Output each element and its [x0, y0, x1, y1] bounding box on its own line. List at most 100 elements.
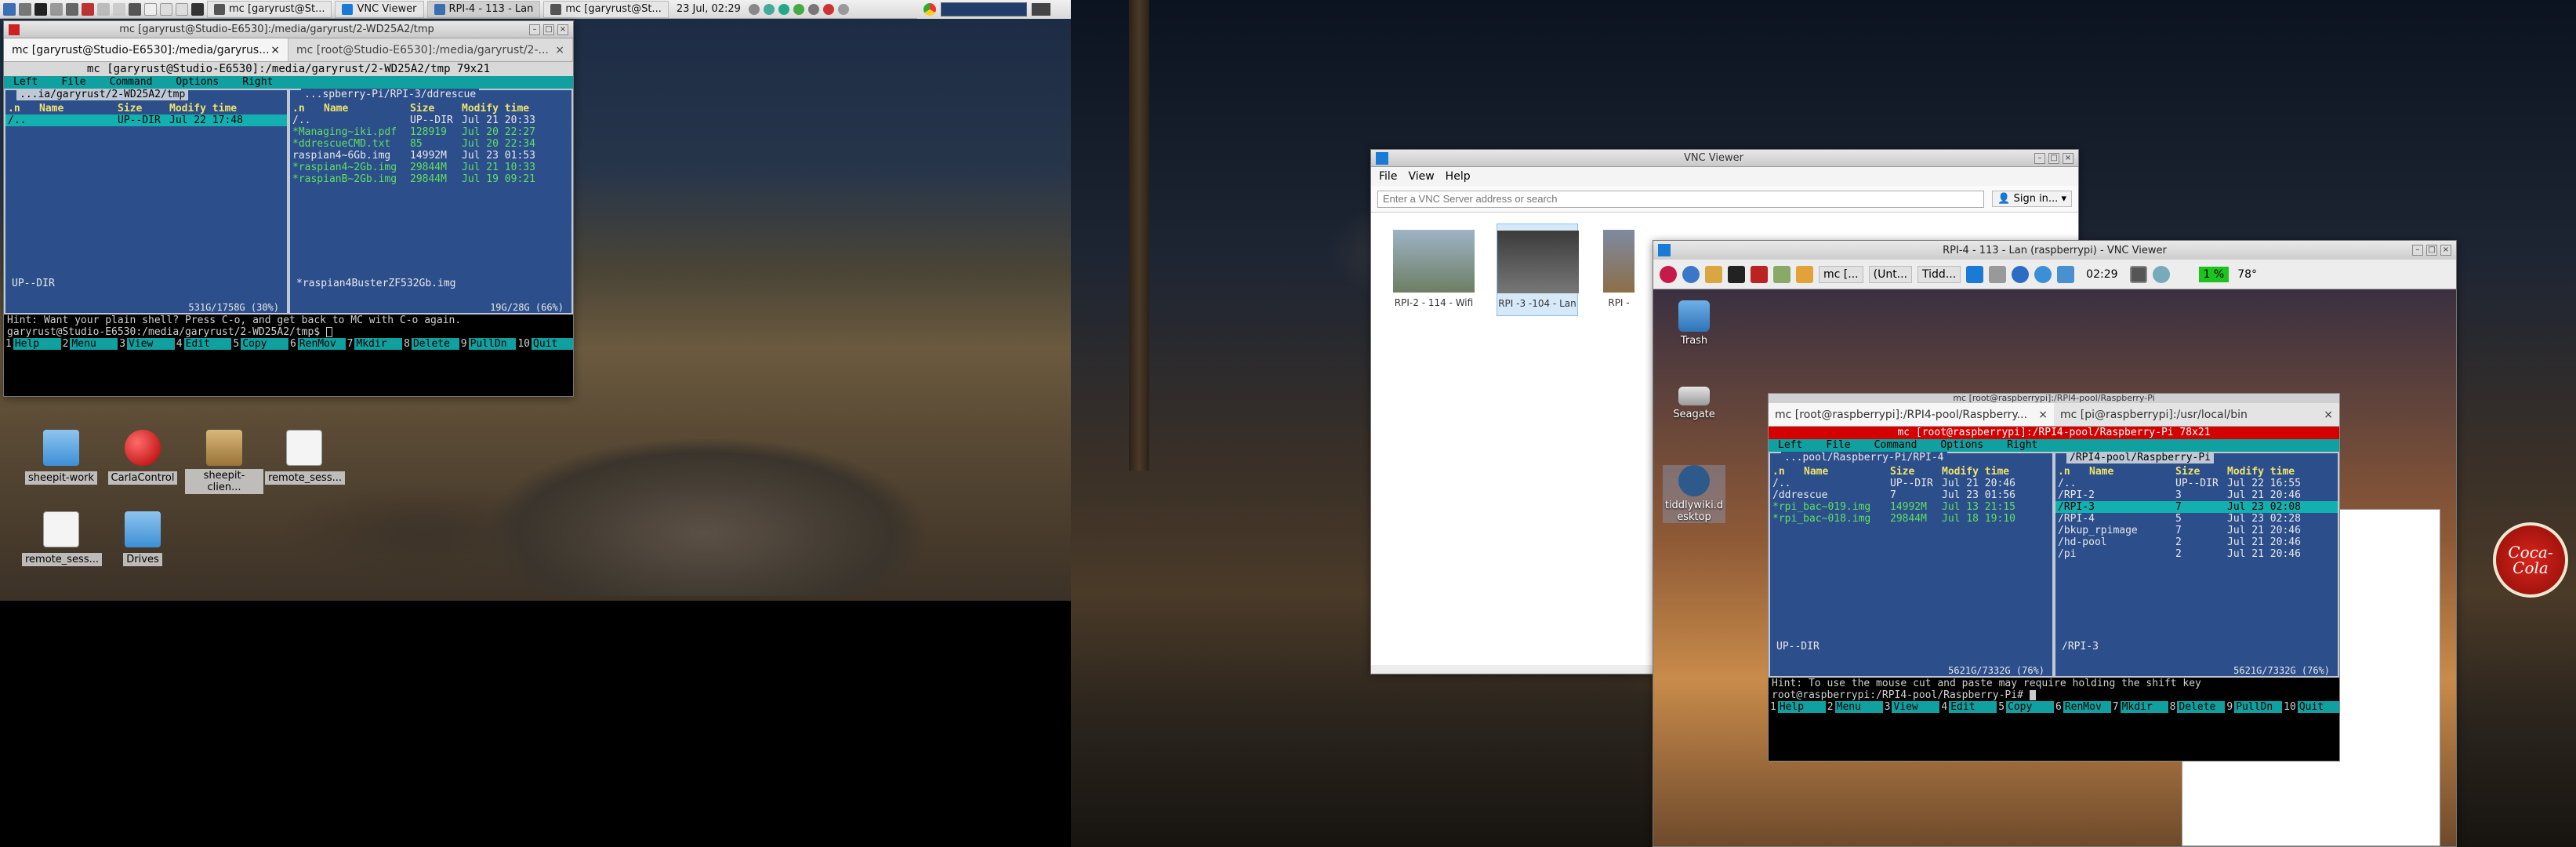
tools-icon[interactable] — [1773, 265, 1791, 283]
power-icon[interactable] — [748, 3, 760, 15]
archive-icon[interactable] — [129, 2, 141, 16]
fkey-7[interactable]: 7 Mkdir — [2111, 701, 2168, 713]
terminal-icon[interactable] — [34, 2, 47, 16]
fkey-6[interactable]: 6 RenMov — [2054, 701, 2111, 713]
browser-icon[interactable] — [1682, 265, 1700, 283]
mc-menu-item[interactable]: Right — [2007, 439, 2037, 452]
file-row[interactable]: *raspianB~2Gb.img 29844M Jul 19 09:21 — [290, 173, 571, 185]
maximize-button[interactable]: □ — [2048, 152, 2059, 164]
file-row[interactable]: /pi 2 Jul 21 20:46 — [2055, 548, 2338, 560]
desktop-icon-remote-session[interactable]: remote_sess... — [22, 511, 102, 566]
fkey-1[interactable]: 1 Help — [4, 338, 61, 350]
file-row[interactable]: /bkup_rpimage 7 Jul 21 20:46 — [2055, 525, 2338, 536]
menu-view[interactable]: View — [1408, 170, 1434, 183]
terminal-area[interactable]: mc [garyrust@Studio-E6530]:/media/garyru… — [4, 62, 573, 396]
minimize-button[interactable]: – — [2034, 152, 2045, 164]
connection-thumbnail[interactable]: RPI - — [1603, 224, 1634, 308]
mc-menu-item[interactable]: Command — [1874, 439, 1917, 452]
mc-menu-item[interactable]: Right — [242, 76, 273, 89]
taskbar-task[interactable]: mc [garyrust@St... — [207, 0, 332, 18]
fkey-9[interactable]: 9 PullDn — [2225, 701, 2283, 713]
mc-menu-item[interactable]: File — [61, 76, 85, 89]
terminal-icon[interactable] — [191, 2, 204, 16]
terminal-window-mc-rpi[interactable]: mc [root@raspberrypi]:/RPI4-pool/Raspber… — [1768, 393, 2340, 762]
close-icon[interactable]: × — [2038, 409, 2048, 421]
monitor-icon[interactable] — [1032, 3, 1050, 16]
monitor-icon[interactable] — [2129, 265, 2147, 283]
mc-menu-item[interactable]: Left — [1778, 439, 1802, 452]
mc-menu-item[interactable]: Left — [13, 76, 38, 89]
shell-prompt[interactable]: root@raspberrypi:/RPI4-pool/Raspberry-Pi… — [1769, 689, 2339, 701]
network-icon[interactable] — [763, 3, 775, 15]
fkey-3[interactable]: 3 View — [118, 338, 175, 350]
mc-menu-item[interactable]: Options — [176, 76, 219, 89]
minimize-button[interactable]: – — [2412, 245, 2423, 256]
file-row[interactable]: /hd-pool 2 Jul 21 20:46 — [2055, 536, 2338, 548]
sign-in-button[interactable]: 👤 Sign in... ▾ — [1992, 191, 2072, 207]
fkey-6[interactable]: 6 RenMov — [288, 338, 346, 350]
fkey-4[interactable]: 4 Edit — [175, 338, 232, 350]
taskbar-task[interactable]: mc [garyrust@St... — [543, 0, 669, 18]
document-icon[interactable] — [113, 2, 125, 16]
file-row[interactable]: *ddrescueCMD.txt 85 Jul 20 22:34 — [290, 138, 571, 150]
volume-icon[interactable] — [807, 3, 819, 15]
fkey-8[interactable]: 8 Delete — [2168, 701, 2226, 713]
terminal-icon[interactable] — [1728, 265, 1745, 283]
menu-help[interactable]: Help — [1446, 170, 1471, 183]
terminal-tab[interactable]: mc [root@Studio-E6530]:/media/garyrust/2… — [288, 38, 573, 61]
vnc-icon[interactable] — [1966, 265, 1984, 283]
menu-file[interactable]: File — [1379, 170, 1397, 183]
mc-menu-item[interactable]: Command — [110, 76, 153, 89]
mc-menu-item[interactable]: File — [1826, 439, 1850, 452]
fkey-7[interactable]: 7 Mkdir — [346, 338, 403, 350]
maximize-button[interactable]: □ — [2426, 245, 2437, 256]
files-icon[interactable] — [19, 2, 31, 16]
close-icon[interactable]: × — [555, 44, 564, 56]
mail-icon[interactable] — [1751, 265, 1768, 283]
document-icon[interactable] — [176, 2, 188, 16]
window-titlebar[interactable]: VNC Viewer – □ × — [1371, 150, 2078, 167]
fkey-5[interactable]: 5 Copy — [231, 338, 288, 350]
mc-left-panel[interactable]: ...ia/garyrust/2-WD25A2/tmp .n Name Size… — [4, 89, 288, 314]
vnc-session-window[interactable]: RPI-4 - 113 - Lan (raspberrypi) - VNC Vi… — [1653, 240, 2457, 847]
fkey-2[interactable]: 2 Menu — [1826, 701, 1883, 713]
keyboard-icon[interactable] — [837, 3, 849, 15]
file-row[interactable]: /RPI-3 7 Jul 23 02:08 — [2055, 501, 2338, 513]
workspace-switcher[interactable] — [941, 2, 1027, 16]
panel-clock[interactable]: 23 Jul, 02:29 — [677, 3, 741, 15]
file-icon[interactable] — [144, 2, 157, 16]
terminal-tab[interactable]: mc [garyrust@Studio-E6530]:/media/garyru… — [4, 38, 288, 61]
file-row[interactable]: /RPI-2 3 Jul 21 20:46 — [2055, 489, 2338, 501]
mc-right-panel[interactable]: ...spberry-Pi/RPI-3/ddrescue .n Name Siz… — [288, 89, 573, 314]
shell-prompt[interactable]: garyrust@Studio-E6530:/media/garyrust/2-… — [4, 326, 573, 338]
fkey-8[interactable]: 8 Delete — [402, 338, 459, 350]
browser-icon[interactable] — [82, 2, 94, 16]
file-row[interactable]: *rpi_bac~019.img 14992M Jul 13 21:15 — [1770, 501, 2052, 513]
desktop-icon-trash[interactable]: Trash — [1663, 300, 1725, 347]
menu-icon[interactable] — [3, 2, 16, 16]
maximize-button[interactable]: □ — [543, 24, 554, 35]
fkey-5[interactable]: 5 Copy — [1997, 701, 2054, 713]
file-row[interactable]: *Managing~iki.pdf 128919 Jul 20 22:27 — [290, 126, 571, 138]
pencil-icon[interactable] — [1796, 265, 1813, 283]
connection-thumbnail[interactable]: RPI -3 -104 - Lan — [1497, 224, 1579, 316]
terminal-area[interactable]: mc [root@raspberrypi]:/RPI4-pool/Raspber… — [1769, 427, 2339, 761]
taskbar-task[interactable]: RPI-4 - 113 - Lan — [426, 0, 541, 18]
file-row[interactable]: /.. UP--DIR Jul 22 16:55 — [2055, 478, 2338, 489]
file-row[interactable]: /ddrescue 7 Jul 23 01:56 — [1770, 489, 2052, 501]
terminal-tab[interactable]: mc [root@raspberrypi]:/RPI4-pool/Raspber… — [1769, 403, 2054, 426]
terminal-tab[interactable]: mc [pi@raspberrypi]:/usr/local/bin × — [2054, 403, 2339, 426]
rpi-task[interactable]: Tidd... — [1917, 265, 1961, 283]
fkey-1[interactable]: 1 Help — [1769, 701, 1826, 713]
document-icon[interactable] — [97, 2, 110, 16]
desktop-icon-drives[interactable]: Drives — [103, 511, 182, 566]
gear-icon[interactable] — [66, 2, 78, 16]
rpi-task[interactable]: mc [... — [1819, 265, 1863, 283]
rpi-clock[interactable]: 02:29 — [2080, 268, 2124, 281]
fkey-4[interactable]: 4 Edit — [1939, 701, 1997, 713]
fkey-3[interactable]: 3 View — [1883, 701, 1940, 713]
files-icon[interactable] — [1705, 265, 1722, 283]
window-titlebar[interactable]: RPI-4 - 113 - Lan (raspberrypi) - VNC Vi… — [1653, 241, 2456, 260]
window-titlebar[interactable]: mc [garyrust@Studio-E6530]:/media/garyru… — [4, 21, 573, 38]
file-row[interactable]: /.. UP--DIR Jul 21 20:33 — [290, 115, 571, 126]
